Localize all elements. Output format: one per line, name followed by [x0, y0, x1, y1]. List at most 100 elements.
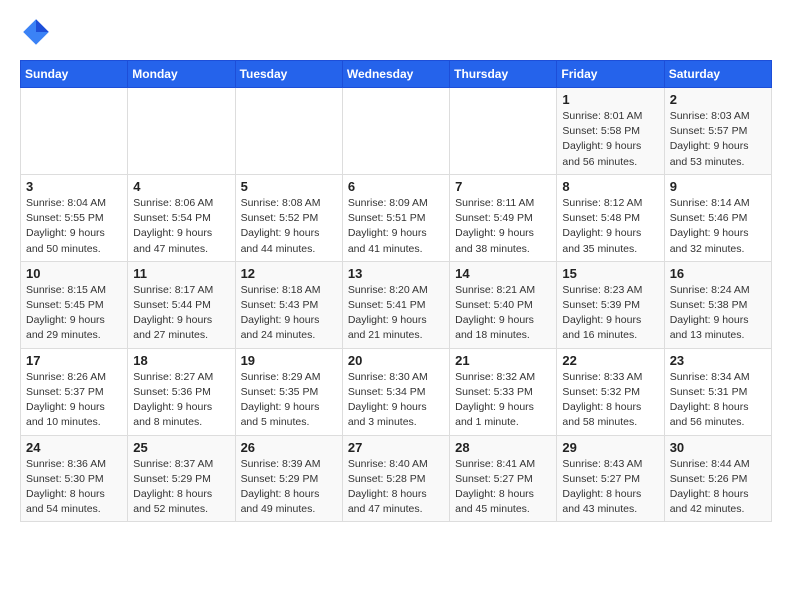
day-number: 26 [241, 440, 337, 455]
week-row-2: 10 Sunrise: 8:15 AMSunset: 5:45 PMDayligh… [21, 261, 772, 348]
day-number: 6 [348, 179, 444, 194]
week-row-1: 3 Sunrise: 8:04 AMSunset: 5:55 PMDaylight… [21, 174, 772, 261]
day-cell: 19 Sunrise: 8:29 AMSunset: 5:35 PMDayligh… [235, 348, 342, 435]
week-row-3: 17 Sunrise: 8:26 AMSunset: 5:37 PMDayligh… [21, 348, 772, 435]
day-cell: 3 Sunrise: 8:04 AMSunset: 5:55 PMDaylight… [21, 174, 128, 261]
day-info: Sunrise: 8:37 AMSunset: 5:29 PMDaylight:… [133, 457, 229, 518]
day-cell: 8Sunrise: 8:12 AMSunset: 5:48 PMDaylight… [557, 174, 664, 261]
day-cell: 27Sunrise: 8:40 AMSunset: 5:28 PMDayligh… [342, 435, 449, 522]
day-number: 28 [455, 440, 551, 455]
day-cell: 11 Sunrise: 8:17 AMSunset: 5:44 PMDayligh… [128, 261, 235, 348]
day-cell: 2 Sunrise: 8:03 AMSunset: 5:57 PMDaylight… [664, 88, 771, 175]
weekday-header-wednesday: Wednesday [342, 61, 449, 88]
day-cell: 7Sunrise: 8:11 AMSunset: 5:49 PMDaylight… [450, 174, 557, 261]
weekday-header-sunday: Sunday [21, 61, 128, 88]
day-info: Sunrise: 8:33 AMSunset: 5:32 PMDaylight:… [562, 370, 658, 431]
day-info: Sunrise: 8:30 AMSunset: 5:34 PMDaylight:… [348, 370, 444, 431]
calendar-table: SundayMondayTuesdayWednesdayThursdayFrid… [20, 60, 772, 522]
day-cell: 17 Sunrise: 8:26 AMSunset: 5:37 PMDayligh… [21, 348, 128, 435]
day-number: 13 [348, 266, 444, 281]
day-info: Sunrise: 8:32 AMSunset: 5:33 PMDaylight:… [455, 370, 551, 431]
day-number: 29 [562, 440, 658, 455]
day-cell: 6 Sunrise: 8:09 AMSunset: 5:51 PMDaylight… [342, 174, 449, 261]
day-info: Sunrise: 8:18 AMSunset: 5:43 PMDaylight:… [241, 283, 337, 344]
day-cell: 13 Sunrise: 8:20 AMSunset: 5:41 PMDayligh… [342, 261, 449, 348]
day-info: Sunrise: 8:03 AMSunset: 5:57 PMDaylight:… [670, 109, 766, 170]
day-cell: 16Sunrise: 8:24 AMSunset: 5:38 PMDayligh… [664, 261, 771, 348]
day-info: Sunrise: 8:14 AMSunset: 5:46 PMDaylight:… [670, 196, 766, 257]
day-number: 10 [26, 266, 122, 281]
weekday-header-friday: Friday [557, 61, 664, 88]
day-info: Sunrise: 8:29 AMSunset: 5:35 PMDaylight:… [241, 370, 337, 431]
day-number: 18 [133, 353, 229, 368]
week-row-0: 1 Sunrise: 8:01 AMSunset: 5:58 PMDaylight… [21, 88, 772, 175]
day-info: Sunrise: 8:04 AMSunset: 5:55 PMDaylight:… [26, 196, 122, 257]
day-number: 1 [562, 92, 658, 107]
day-info: Sunrise: 8:43 AMSunset: 5:27 PMDaylight:… [562, 457, 658, 518]
weekday-header-tuesday: Tuesday [235, 61, 342, 88]
day-cell: 26 Sunrise: 8:39 AMSunset: 5:29 PMDayligh… [235, 435, 342, 522]
day-number: 7 [455, 179, 551, 194]
day-number: 25 [133, 440, 229, 455]
day-cell: 12 Sunrise: 8:18 AMSunset: 5:43 PMDayligh… [235, 261, 342, 348]
day-cell [342, 88, 449, 175]
day-number: 2 [670, 92, 766, 107]
day-cell: 18 Sunrise: 8:27 AMSunset: 5:36 PMDayligh… [128, 348, 235, 435]
day-number: 14 [455, 266, 551, 281]
day-cell: 21 Sunrise: 8:32 AMSunset: 5:33 PMDayligh… [450, 348, 557, 435]
day-number: 17 [26, 353, 122, 368]
day-cell: 9Sunrise: 8:14 AMSunset: 5:46 PMDaylight… [664, 174, 771, 261]
day-info: Sunrise: 8:26 AMSunset: 5:37 PMDaylight:… [26, 370, 122, 431]
day-info: Sunrise: 8:06 AMSunset: 5:54 PMDaylight:… [133, 196, 229, 257]
day-cell: 5 Sunrise: 8:08 AMSunset: 5:52 PMDaylight… [235, 174, 342, 261]
day-info: Sunrise: 8:44 AMSunset: 5:26 PMDaylight:… [670, 457, 766, 518]
weekday-header-thursday: Thursday [450, 61, 557, 88]
day-info: Sunrise: 8:01 AMSunset: 5:58 PMDaylight:… [562, 109, 658, 170]
day-number: 21 [455, 353, 551, 368]
day-number: 5 [241, 179, 337, 194]
day-number: 11 [133, 266, 229, 281]
day-info: Sunrise: 8:15 AMSunset: 5:45 PMDaylight:… [26, 283, 122, 344]
weekday-header-row: SundayMondayTuesdayWednesdayThursdayFrid… [21, 61, 772, 88]
day-number: 12 [241, 266, 337, 281]
day-cell: 24Sunrise: 8:36 AMSunset: 5:30 PMDayligh… [21, 435, 128, 522]
day-cell [450, 88, 557, 175]
day-number: 3 [26, 179, 122, 194]
day-cell [235, 88, 342, 175]
weekday-header-saturday: Saturday [664, 61, 771, 88]
day-cell: 20 Sunrise: 8:30 AMSunset: 5:34 PMDayligh… [342, 348, 449, 435]
day-number: 22 [562, 353, 658, 368]
day-cell: 15 Sunrise: 8:23 AMSunset: 5:39 PMDayligh… [557, 261, 664, 348]
page: SundayMondayTuesdayWednesdayThursdayFrid… [0, 0, 792, 538]
day-info: Sunrise: 8:40 AMSunset: 5:28 PMDaylight:… [348, 457, 444, 518]
day-number: 20 [348, 353, 444, 368]
day-info: Sunrise: 8:08 AMSunset: 5:52 PMDaylight:… [241, 196, 337, 257]
logo [20, 16, 58, 48]
day-info: Sunrise: 8:12 AMSunset: 5:48 PMDaylight:… [562, 196, 658, 257]
day-cell: 4 Sunrise: 8:06 AMSunset: 5:54 PMDaylight… [128, 174, 235, 261]
logo-icon [20, 16, 52, 48]
day-cell: 1 Sunrise: 8:01 AMSunset: 5:58 PMDaylight… [557, 88, 664, 175]
day-info: Sunrise: 8:27 AMSunset: 5:36 PMDaylight:… [133, 370, 229, 431]
day-info: Sunrise: 8:09 AMSunset: 5:51 PMDaylight:… [348, 196, 444, 257]
day-cell: 28 Sunrise: 8:41 AMSunset: 5:27 PMDayligh… [450, 435, 557, 522]
day-info: Sunrise: 8:21 AMSunset: 5:40 PMDaylight:… [455, 283, 551, 344]
day-cell: 14 Sunrise: 8:21 AMSunset: 5:40 PMDayligh… [450, 261, 557, 348]
day-number: 19 [241, 353, 337, 368]
day-number: 24 [26, 440, 122, 455]
day-cell: 30 Sunrise: 8:44 AMSunset: 5:26 PMDayligh… [664, 435, 771, 522]
day-info: Sunrise: 8:17 AMSunset: 5:44 PMDaylight:… [133, 283, 229, 344]
day-number: 30 [670, 440, 766, 455]
day-number: 15 [562, 266, 658, 281]
day-number: 23 [670, 353, 766, 368]
week-row-4: 24Sunrise: 8:36 AMSunset: 5:30 PMDayligh… [21, 435, 772, 522]
day-info: Sunrise: 8:41 AMSunset: 5:27 PMDaylight:… [455, 457, 551, 518]
day-info: Sunrise: 8:20 AMSunset: 5:41 PMDaylight:… [348, 283, 444, 344]
day-number: 4 [133, 179, 229, 194]
day-cell: 25 Sunrise: 8:37 AMSunset: 5:29 PMDayligh… [128, 435, 235, 522]
day-info: Sunrise: 8:23 AMSunset: 5:39 PMDaylight:… [562, 283, 658, 344]
day-cell: 23 Sunrise: 8:34 AMSunset: 5:31 PMDayligh… [664, 348, 771, 435]
day-cell: 10 Sunrise: 8:15 AMSunset: 5:45 PMDayligh… [21, 261, 128, 348]
day-info: Sunrise: 8:34 AMSunset: 5:31 PMDaylight:… [670, 370, 766, 431]
day-info: Sunrise: 8:39 AMSunset: 5:29 PMDaylight:… [241, 457, 337, 518]
